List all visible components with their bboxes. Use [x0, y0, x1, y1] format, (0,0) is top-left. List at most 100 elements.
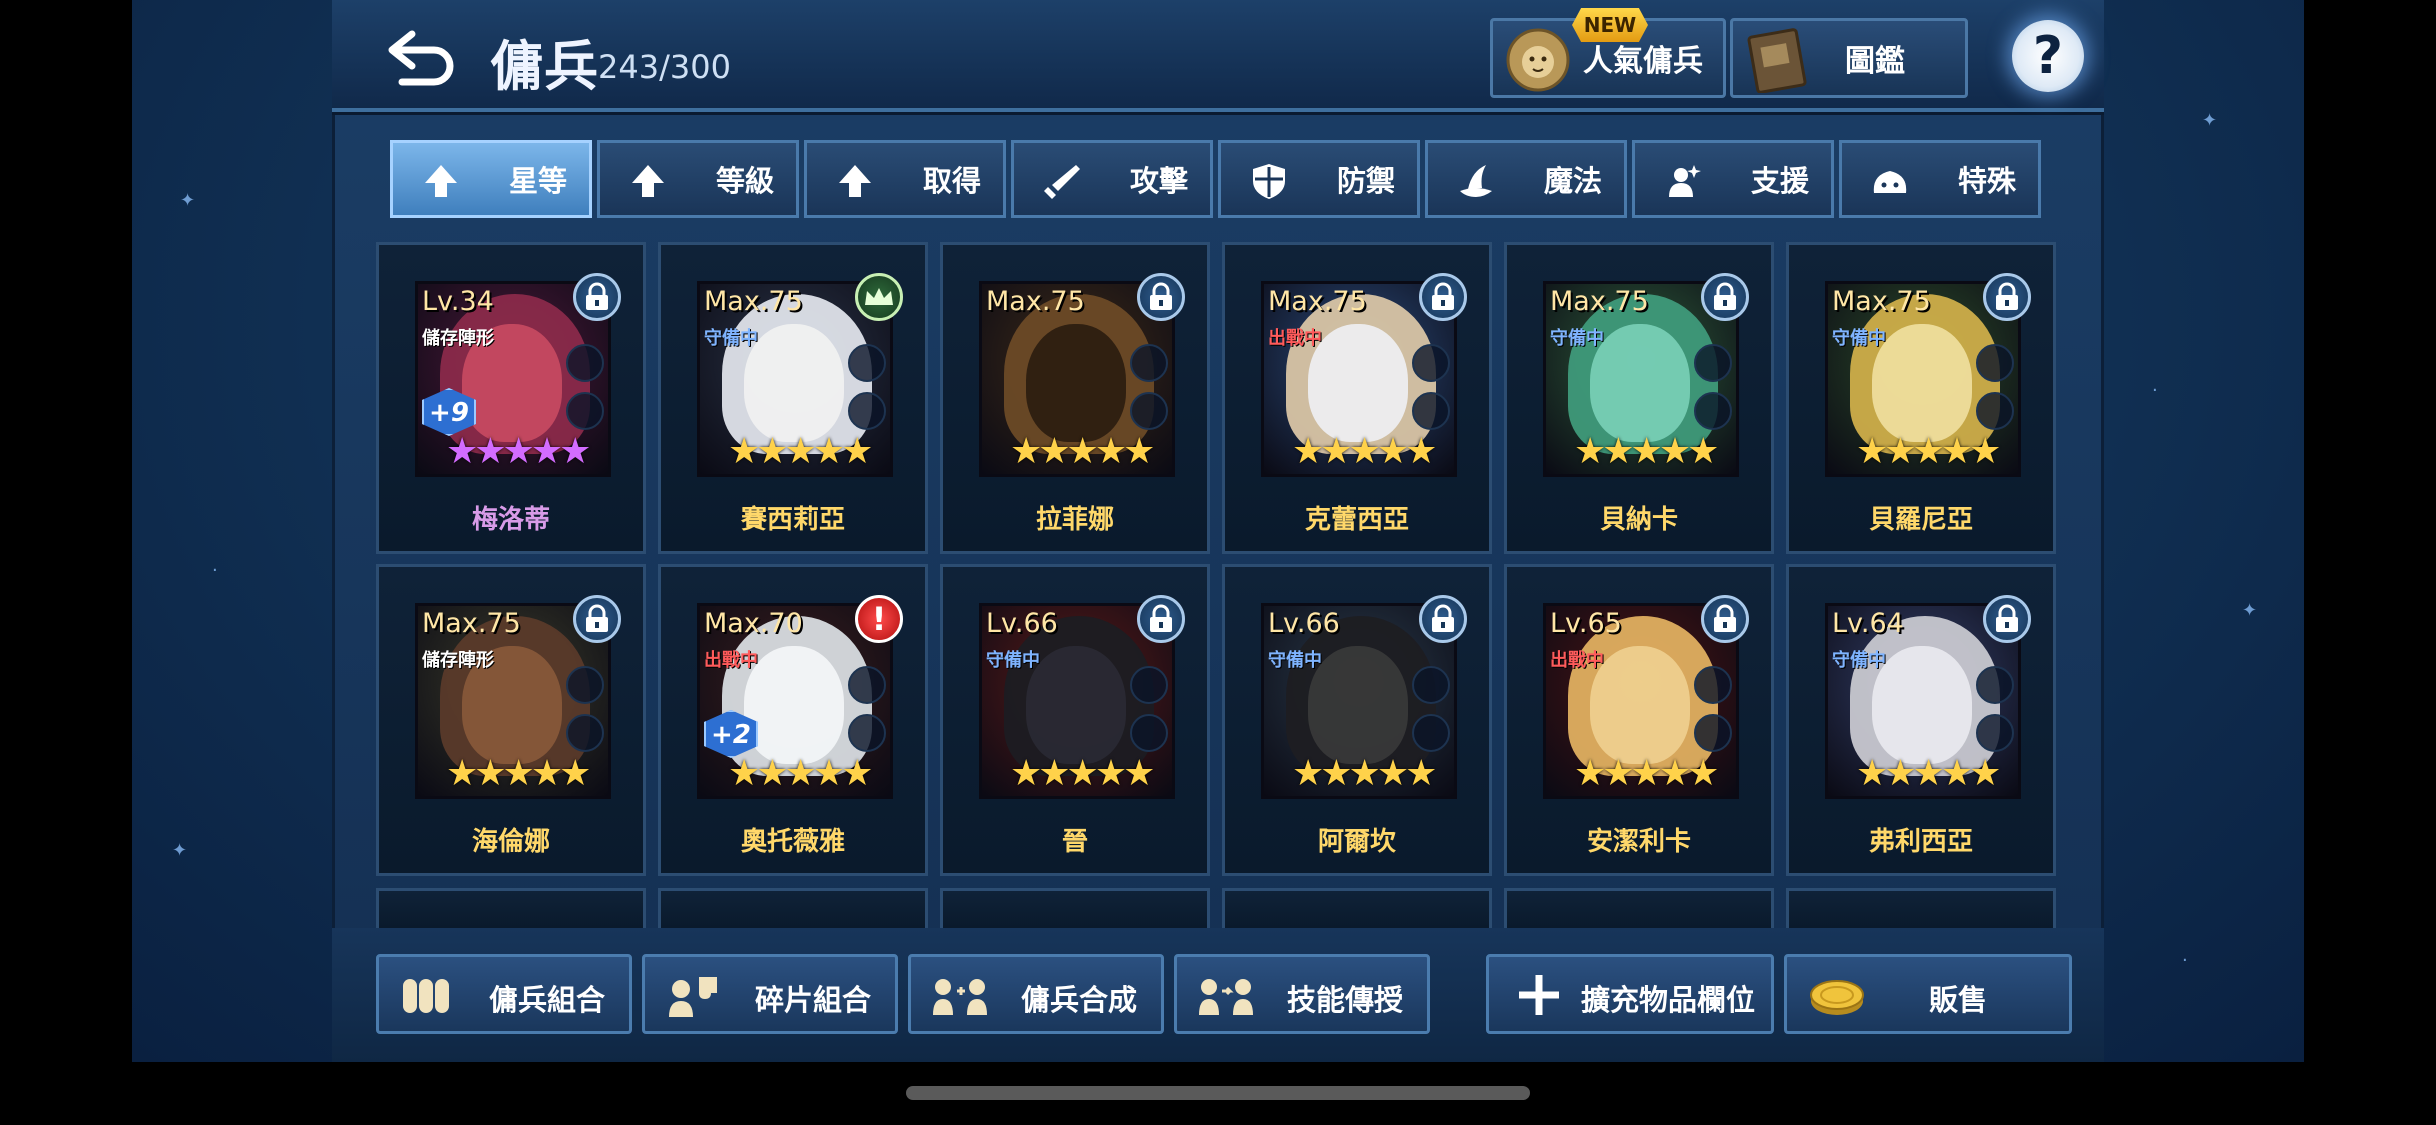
codex-label: 圖鑑: [1845, 44, 1905, 79]
header-bar: 傭兵 243/300 人氣傭兵 圖鑑 ?: [332, 0, 2104, 112]
lock-icon[interactable]: [573, 273, 621, 321]
lock-icon[interactable]: [1983, 595, 2031, 643]
star-rating: ★★★★★: [1856, 753, 2001, 794]
plus-icon: [1519, 975, 1559, 1015]
mercenary-card[interactable]: Max.75 出戰中 ★★★★★ 克蕾西亞: [1222, 242, 1492, 554]
tab-label: 防禦: [1336, 164, 1395, 198]
mercenary-group-icon: [403, 979, 449, 1013]
level-label: Lv.64: [1832, 608, 1904, 639]
mercenary-name: 賽西莉亞: [740, 505, 845, 535]
gold-coin-icon: [1810, 980, 1864, 1015]
sell-button[interactable]: 販售: [1784, 954, 2072, 1034]
new-badge: NEW: [1572, 8, 1648, 42]
mercenary-card[interactable]: Max.75 守備中 ★★★★★ 賽西莉亞: [658, 242, 928, 554]
skill-transfer-button[interactable]: 技能傳授: [1174, 954, 1430, 1034]
expand-inventory-button[interactable]: 擴充物品欄位: [1486, 954, 1774, 1034]
status-label: 出戰中: [704, 650, 758, 671]
mercenary-name: 奧托薇雅: [740, 827, 845, 857]
tab-support[interactable]: 支援: [1632, 140, 1834, 218]
lock-icon[interactable]: [1137, 595, 1185, 643]
lock-icon[interactable]: [573, 595, 621, 643]
mercenary-name: 貝羅尼亞: [1868, 505, 1973, 535]
status-label: 出戰中: [1268, 328, 1322, 349]
mercenary-name: 海倫娜: [471, 827, 550, 857]
wizard-hat-icon: [1460, 165, 1492, 197]
fragment-combination-button[interactable]: 碎片組合: [642, 954, 898, 1034]
blob-icon: [1873, 171, 1907, 193]
support-icon: [1669, 165, 1701, 197]
mercenary-card[interactable]: Max.75 守備中 ★★★★★ 貝羅尼亞: [1786, 242, 2056, 554]
mercenary-card[interactable]: Max.70 出戰中 +2 ★★★★★ ! 奧托薇雅: [658, 564, 928, 876]
mercenary-card[interactable]: Lv.64 守備中 ★★★★★ 弗利西亞: [1786, 564, 2056, 876]
mercenary-card[interactable]: Lv.66 守備中 ★★★★★ 阿爾坎: [1222, 564, 1492, 876]
mercenary-card[interactable]: Max.75 儲存陣形 ★★★★★ 海倫娜: [376, 564, 646, 876]
tab-defense[interactable]: 防禦: [1218, 140, 1420, 218]
home-indicator[interactable]: [906, 1086, 1530, 1100]
tab-label: 星等: [508, 164, 567, 198]
level-label: Max.75: [704, 286, 803, 317]
level-label: Lv.34: [422, 286, 494, 317]
bottom-action-label: 傭兵合成: [1021, 983, 1138, 1017]
lock-icon[interactable]: [1701, 595, 1749, 643]
lock-icon[interactable]: [1137, 273, 1185, 321]
mercenary-fusion-button[interactable]: 傭兵合成: [908, 954, 1164, 1034]
status-label: 守備中: [704, 328, 758, 349]
mercenary-name: 梅洛蒂: [471, 505, 550, 535]
tab-label: 等級: [715, 164, 774, 198]
tab-star-grade[interactable]: 星等: [390, 140, 592, 218]
lock-icon[interactable]: [1419, 595, 1467, 643]
level-label: Max.70: [704, 608, 803, 639]
puzzle-piece-icon: [669, 977, 717, 1017]
status-label: 守備中: [1832, 650, 1886, 671]
level-label: Lv.65: [1550, 608, 1622, 639]
status-label: 守備中: [1832, 328, 1886, 349]
lock-icon[interactable]: [1983, 273, 2031, 321]
star-rating: ★★★★★: [1010, 431, 1155, 472]
tab-attack[interactable]: 攻擊: [1011, 140, 1213, 218]
mercenary-card[interactable]: Max.75 ★★★★★ 拉菲娜: [940, 242, 1210, 554]
level-label: Max.75: [422, 608, 521, 639]
mercenary-card[interactable]: Lv.65 出戰中 ★★★★★ 安潔利卡: [1504, 564, 1774, 876]
level-label: Max.75: [1268, 286, 1367, 317]
star-rating: ★★★★★: [1574, 431, 1719, 472]
back-button[interactable]: [382, 20, 460, 90]
lion-emblem-icon: [1506, 28, 1570, 92]
mercenary-name: 安潔利卡: [1586, 827, 1691, 857]
tab-label: 魔法: [1543, 164, 1602, 198]
partial-card: [1504, 888, 1774, 928]
star-rating: ★★★★★: [1292, 753, 1437, 794]
level-label: Lv.66: [986, 608, 1058, 639]
lock-icon[interactable]: [1419, 273, 1467, 321]
tab-magic[interactable]: 魔法: [1425, 140, 1627, 218]
mercenary-count: 243/300: [598, 48, 731, 86]
lock-icon[interactable]: [1701, 273, 1749, 321]
star-rating: ★★★★★: [1292, 431, 1437, 472]
star-rating: ★★★★★: [728, 753, 873, 794]
tab-acquired[interactable]: 取得: [804, 140, 1006, 218]
status-label: 儲存陣形: [422, 328, 494, 349]
crown-icon: [855, 273, 903, 321]
tab-special[interactable]: 特殊: [1839, 140, 2041, 218]
tab-level[interactable]: 等級: [597, 140, 799, 218]
mercenary-name: 阿爾坎: [1317, 827, 1396, 857]
bottom-action-label: 擴充物品欄位: [1581, 983, 1756, 1017]
codex-button[interactable]: 圖鑑: [1730, 18, 1968, 98]
mercenary-card[interactable]: Lv.34 儲存陣形 +9 ★★★★★ 梅洛蒂: [376, 242, 646, 554]
level-label: Max.75: [986, 286, 1085, 317]
bottom-action-label: 碎片組合: [755, 983, 872, 1017]
star-rating: ★★★★★: [446, 431, 591, 472]
sword-icon: [1044, 165, 1080, 199]
star-rating: ★★★★★: [1010, 753, 1155, 794]
partial-card: [376, 888, 646, 928]
star-rating: ★★★★★: [1574, 753, 1719, 794]
help-button[interactable]: ?: [2012, 20, 2084, 92]
tab-label: 取得: [922, 164, 981, 198]
mercenary-name: 晉: [1061, 827, 1088, 857]
mercenary-combination-button[interactable]: 傭兵組合: [376, 954, 632, 1034]
popular-mercenary-label: 人氣傭兵: [1583, 44, 1703, 79]
mercenary-card[interactable]: Lv.66 守備中 ★★★★★ 晉: [940, 564, 1210, 876]
tab-label: 支援: [1750, 164, 1809, 198]
back-arrow-icon: [388, 30, 454, 86]
mercenary-card[interactable]: Max.75 守備中 ★★★★★ 貝納卡: [1504, 242, 1774, 554]
skill-transfer-icon: [1199, 979, 1253, 1015]
